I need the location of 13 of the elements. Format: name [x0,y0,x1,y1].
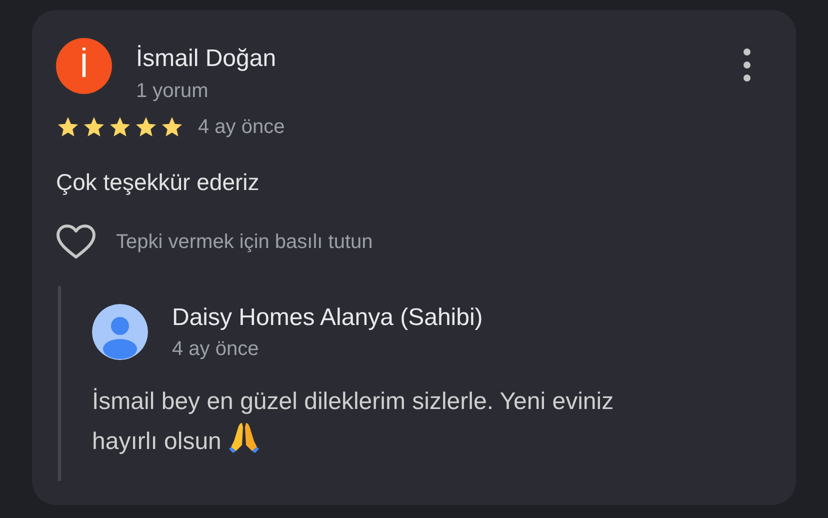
more-options-icon[interactable] [742,48,752,82]
reaction-hint: Tepki vermek için basılı tutun [116,230,373,254]
review-time: 4 ay önce [198,116,285,138]
praying-hands-icon [229,421,260,453]
review-count: 1 yorum [136,80,210,103]
heart-icon[interactable] [56,224,96,260]
author-name[interactable]: İsmail Doğan [136,44,742,74]
reply-time: 4 ay önce [172,338,260,361]
reply-text: İsmail bey en güzel dileklerim sizlerle. Yeni eviniz [92,388,614,415]
reply-text: hayırlı olsun [92,428,222,455]
profile-icon[interactable] [92,304,148,360]
owner-name[interactable]: Daisy Homes Alanya (Sahibi) [172,304,772,332]
review-text: Çok teşekkür ederiz [56,169,260,196]
